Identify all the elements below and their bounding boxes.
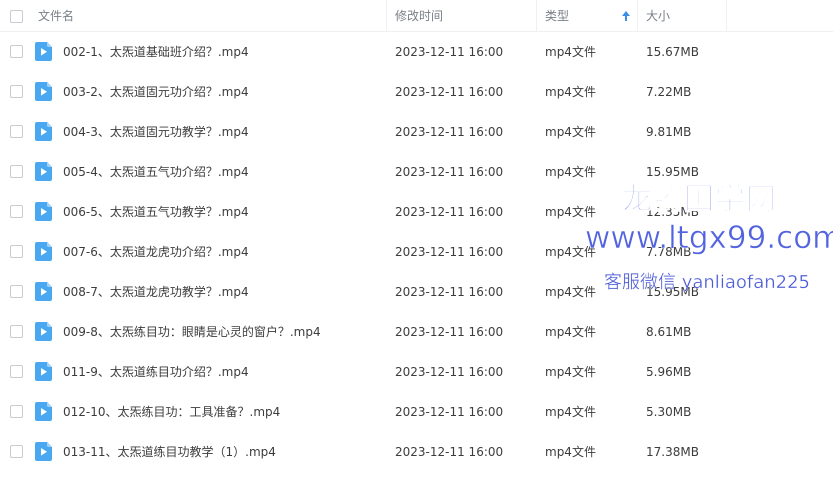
- file-modified-time: 2023-12-11 16:00: [395, 205, 504, 219]
- file-type: mp4文件: [545, 165, 596, 179]
- watermark-title: 龙腾国学网: [622, 182, 777, 218]
- file-type: mp4文件: [545, 85, 596, 99]
- column-divider[interactable]: [386, 0, 387, 32]
- file-name[interactable]: 011-9、太炁道练目功介绍？.mp4: [63, 352, 249, 392]
- video-file-icon: [35, 42, 52, 61]
- file-modified-time: 2023-12-11 16:00: [395, 85, 504, 99]
- file-modified-time: 2023-12-11 16:00: [395, 405, 504, 419]
- file-type: mp4文件: [545, 285, 596, 299]
- video-file-icon: [35, 82, 52, 101]
- file-modified-time: 2023-12-11 16:00: [395, 245, 504, 259]
- file-name[interactable]: 008-7、太炁道龙虎功教学？.mp4: [63, 272, 249, 312]
- file-row[interactable]: 009-8、太炁练目功：眼睛是心灵的窗户？.mp4 2023-12-11 16:…: [0, 312, 833, 352]
- video-file-icon: [35, 362, 52, 381]
- row-checkbox[interactable]: [10, 45, 23, 58]
- file-row[interactable]: 004-3、太炁道固元功教学？.mp4 2023-12-11 16:00 mp4…: [0, 112, 833, 152]
- watermark-url: www.ltgx99.com: [585, 220, 833, 257]
- file-modified-time: 2023-12-11 16:00: [395, 325, 504, 339]
- row-checkbox[interactable]: [10, 85, 23, 98]
- file-name[interactable]: 012-10、太炁练目功：工具准备？.mp4: [63, 392, 280, 432]
- column-header-modified[interactable]: 修改时间: [395, 0, 525, 32]
- sort-ascending-arrow-icon[interactable]: [621, 9, 631, 23]
- video-file-icon: [35, 202, 52, 221]
- file-type: mp4文件: [545, 325, 596, 339]
- file-row[interactable]: 012-10、太炁练目功：工具准备？.mp4 2023-12-11 16:00 …: [0, 392, 833, 432]
- file-row[interactable]: 013-11、太炁道练目功教学（1）.mp4 2023-12-11 16:00 …: [0, 432, 833, 472]
- file-modified-time: 2023-12-11 16:00: [395, 285, 504, 299]
- row-checkbox[interactable]: [10, 245, 23, 258]
- file-modified-time: 2023-12-11 16:00: [395, 165, 504, 179]
- file-name[interactable]: 003-2、太炁道固元功介绍？.mp4: [63, 72, 249, 112]
- column-divider[interactable]: [726, 0, 727, 32]
- row-checkbox[interactable]: [10, 165, 23, 178]
- row-checkbox[interactable]: [10, 365, 23, 378]
- watermark-contact: 客服微信 yanliaofan225: [604, 272, 810, 293]
- row-checkbox[interactable]: [10, 445, 23, 458]
- video-file-icon: [35, 122, 52, 141]
- file-type: mp4文件: [545, 405, 596, 419]
- column-header-type[interactable]: 类型: [545, 0, 615, 32]
- file-size: 5.96MB: [646, 365, 692, 379]
- column-header-size[interactable]: 大小: [646, 0, 716, 32]
- video-file-icon: [35, 242, 52, 261]
- file-size: 7.22MB: [646, 85, 692, 99]
- file-size: 9.81MB: [646, 125, 692, 139]
- row-checkbox[interactable]: [10, 125, 23, 138]
- file-size: 17.38MB: [646, 445, 699, 459]
- column-divider[interactable]: [536, 0, 537, 32]
- file-size: 15.67MB: [646, 45, 699, 59]
- file-name[interactable]: 007-6、太炁道龙虎功介绍？.mp4: [63, 232, 249, 272]
- file-size: 8.61MB: [646, 325, 692, 339]
- select-all-checkbox[interactable]: [10, 10, 23, 23]
- file-type: mp4文件: [545, 125, 596, 139]
- file-row[interactable]: 003-2、太炁道固元功介绍？.mp4 2023-12-11 16:00 mp4…: [0, 72, 833, 112]
- file-name[interactable]: 009-8、太炁练目功：眼睛是心灵的窗户？.mp4: [63, 312, 321, 352]
- file-type: mp4文件: [545, 45, 596, 59]
- file-name[interactable]: 004-3、太炁道固元功教学？.mp4: [63, 112, 249, 152]
- file-modified-time: 2023-12-11 16:00: [395, 365, 504, 379]
- file-row[interactable]: 011-9、太炁道练目功介绍？.mp4 2023-12-11 16:00 mp4…: [0, 352, 833, 392]
- row-checkbox[interactable]: [10, 285, 23, 298]
- row-checkbox[interactable]: [10, 325, 23, 338]
- column-header-name[interactable]: 文件名: [38, 0, 378, 32]
- file-modified-time: 2023-12-11 16:00: [395, 445, 504, 459]
- file-name[interactable]: 002-1、太炁道基础班介绍？.mp4: [63, 32, 249, 72]
- file-row[interactable]: 002-1、太炁道基础班介绍？.mp4 2023-12-11 16:00 mp4…: [0, 32, 833, 72]
- file-name[interactable]: 013-11、太炁道练目功教学（1）.mp4: [63, 432, 276, 472]
- video-file-icon: [35, 402, 52, 421]
- file-name[interactable]: 006-5、太炁道五气功教学？.mp4: [63, 192, 249, 232]
- video-file-icon: [35, 282, 52, 301]
- file-name[interactable]: 005-4、太炁道五气功介绍？.mp4: [63, 152, 249, 192]
- video-file-icon: [35, 322, 52, 341]
- file-size: 5.30MB: [646, 405, 692, 419]
- video-file-icon: [35, 442, 52, 461]
- video-file-icon: [35, 162, 52, 181]
- column-divider[interactable]: [637, 0, 638, 32]
- file-modified-time: 2023-12-11 16:00: [395, 45, 504, 59]
- row-checkbox[interactable]: [10, 205, 23, 218]
- file-modified-time: 2023-12-11 16:00: [395, 125, 504, 139]
- row-checkbox[interactable]: [10, 405, 23, 418]
- file-list-header: 文件名 修改时间 类型 大小: [0, 0, 833, 32]
- file-type: mp4文件: [545, 445, 596, 459]
- file-type: mp4文件: [545, 365, 596, 379]
